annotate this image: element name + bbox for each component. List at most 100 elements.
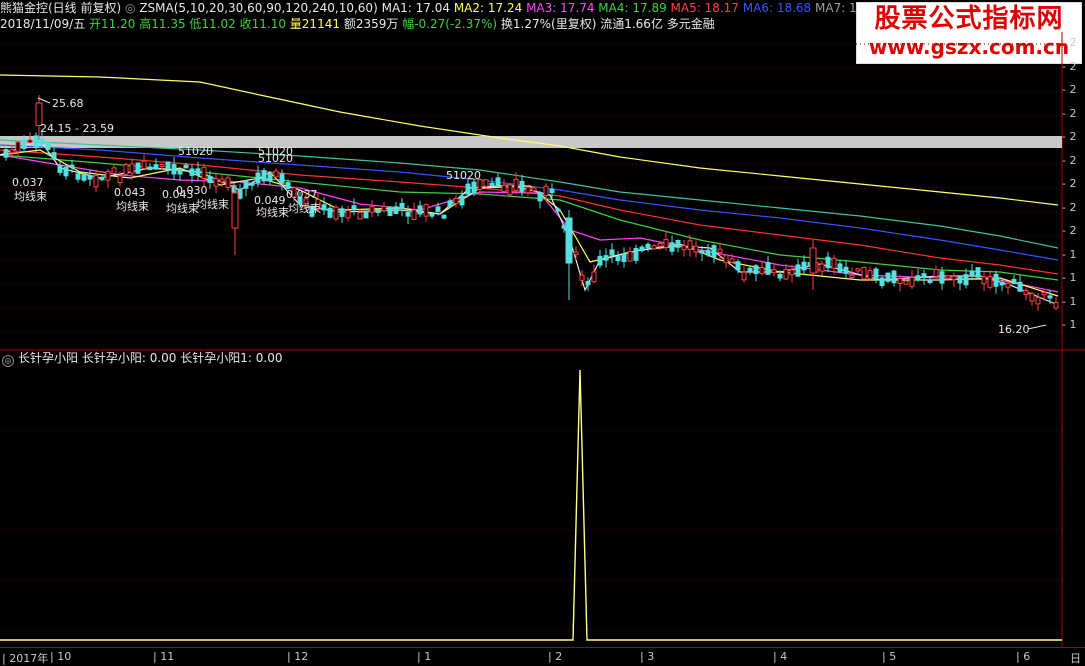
candle-body: [933, 269, 939, 277]
candle-body: [387, 206, 393, 217]
candle-body: [333, 206, 339, 220]
candle-body: [1029, 293, 1035, 302]
indicator-value-2: 长针孕小阳1: 0.00: [180, 351, 283, 365]
indicator-value-1: 长针孕小阳: 0.00: [81, 351, 177, 365]
candle-body: [171, 164, 177, 175]
candle-body: [129, 163, 135, 174]
candle-body: [879, 277, 885, 286]
candle-body: [471, 181, 477, 194]
candle-body: [465, 183, 471, 195]
candle-body: [855, 268, 861, 272]
indicator-name[interactable]: 长针孕小阳: [18, 351, 78, 365]
candle-body: [351, 205, 357, 210]
candle-body: [501, 184, 507, 193]
candle-body: [273, 170, 279, 178]
candle-body: [921, 273, 927, 279]
candle-body: [561, 225, 567, 229]
ma2-line: [0, 149, 1059, 297]
candle-body: [951, 275, 957, 280]
candle-body: [543, 185, 549, 197]
date-label: | 6: [1016, 650, 1031, 663]
candle-body: [237, 189, 243, 199]
candle-body: [789, 269, 795, 276]
candle-body: [897, 278, 903, 284]
date-label: | 2: [548, 650, 563, 663]
candle-body: [177, 168, 183, 175]
candle-body: [939, 271, 945, 284]
candle-body: [339, 208, 345, 217]
candle-body: [663, 238, 669, 248]
signal-text-4: 均线束: [196, 197, 229, 211]
high-mark-pointer: [37, 97, 51, 104]
candle-body: [327, 207, 333, 218]
candle-body: [165, 161, 171, 170]
right-axis-tick: - 2: [1062, 106, 1077, 120]
candle-body: [711, 245, 717, 258]
candle-body: [975, 267, 981, 278]
candle-body: [837, 263, 843, 273]
candle-body: [213, 178, 219, 187]
candle-body: [513, 178, 519, 191]
candle-body: [843, 266, 849, 274]
candle-body: [147, 166, 153, 171]
candle-body: [507, 184, 513, 196]
date-label: | 10: [50, 650, 72, 663]
candle-body: [1035, 297, 1041, 305]
candle-body: [981, 276, 987, 285]
right-axis-tick: - 2: [1062, 130, 1077, 143]
candle-body: [369, 206, 375, 213]
candle-body: [99, 176, 105, 181]
date-label: | 11: [153, 650, 175, 663]
candle-body: [615, 256, 621, 262]
low-mark-pointer: [1027, 324, 1047, 330]
candle-body: [261, 170, 267, 182]
candle-body: [39, 138, 45, 145]
candle-body: [345, 210, 351, 219]
candle-body: [141, 160, 147, 169]
candle-body: [537, 192, 543, 202]
candle-body: [231, 192, 239, 229]
candle-body: [249, 182, 255, 186]
candle-body: [111, 167, 117, 174]
candle-body: [651, 245, 657, 250]
date-label: | 3: [640, 650, 655, 663]
indicator-toggle-icon[interactable]: ◎: [2, 355, 14, 367]
candle-body: [453, 197, 459, 205]
candle-body: [1041, 291, 1047, 296]
candle-body: [809, 247, 817, 274]
candle-body: [669, 242, 675, 252]
right-axis-tick: - 1: [1062, 294, 1077, 308]
candle-body: [741, 271, 747, 281]
candle-body: [363, 211, 369, 219]
candle-body: [549, 188, 555, 194]
signal-text-3: 均线束: [166, 201, 199, 215]
candle-body: [51, 152, 57, 159]
candlestick-chart[interactable]: 25.68 24.15 - 23.59 16.20 0.037 均线束 0.04…: [0, 0, 1085, 665]
right-axis-tick: - 2: [1062, 153, 1077, 167]
signal-value-6: 0.037: [286, 188, 318, 201]
date-label: | 12: [287, 650, 309, 663]
candle-body: [93, 175, 99, 188]
candle-body: [15, 141, 21, 153]
candles: [3, 95, 1059, 311]
candle-body: [489, 182, 495, 186]
candle-body: [135, 162, 141, 174]
candle-body: [1023, 289, 1029, 296]
candle-body: [819, 263, 825, 272]
candle-body: [183, 164, 189, 169]
candle-body: [159, 163, 165, 167]
candle-body: [627, 251, 633, 262]
candle-body: [699, 250, 705, 254]
range-mark-label: 24.15 - 23.59: [40, 122, 114, 135]
date-label: | 1: [417, 650, 432, 663]
candle-body: [153, 164, 159, 170]
period-label[interactable]: 日: [1070, 650, 1081, 666]
candle-body: [495, 177, 501, 186]
candle-body: [483, 179, 489, 187]
candle-body: [555, 208, 561, 212]
candle-body: [69, 164, 75, 169]
candle-body: [375, 209, 381, 213]
low-mark-label: 16.20: [998, 323, 1030, 336]
candle-body: [621, 253, 627, 262]
candle-body: [885, 272, 891, 282]
